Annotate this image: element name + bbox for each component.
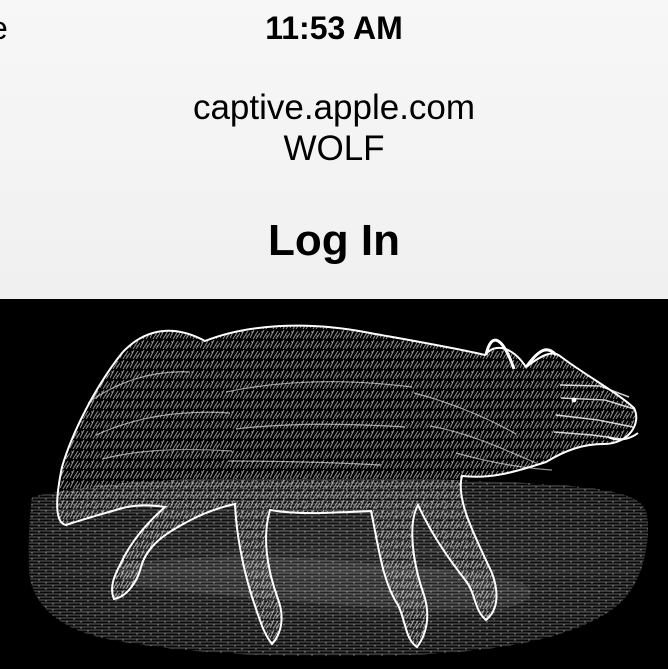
wolf-image xyxy=(0,299,668,669)
portal-domain: captive.apple.com xyxy=(192,88,476,127)
status-bar-time: 11:53 AM xyxy=(265,10,403,46)
page-title: Log In xyxy=(268,216,400,265)
portal-content xyxy=(0,299,668,669)
network-name: WOLF xyxy=(283,129,385,168)
captive-portal-header: e 11:53 AM captive.apple.com WOLF ‹ Log … xyxy=(0,0,668,300)
captive-portal-screen: e 11:53 AM captive.apple.com WOLF ‹ Log … xyxy=(0,0,668,669)
